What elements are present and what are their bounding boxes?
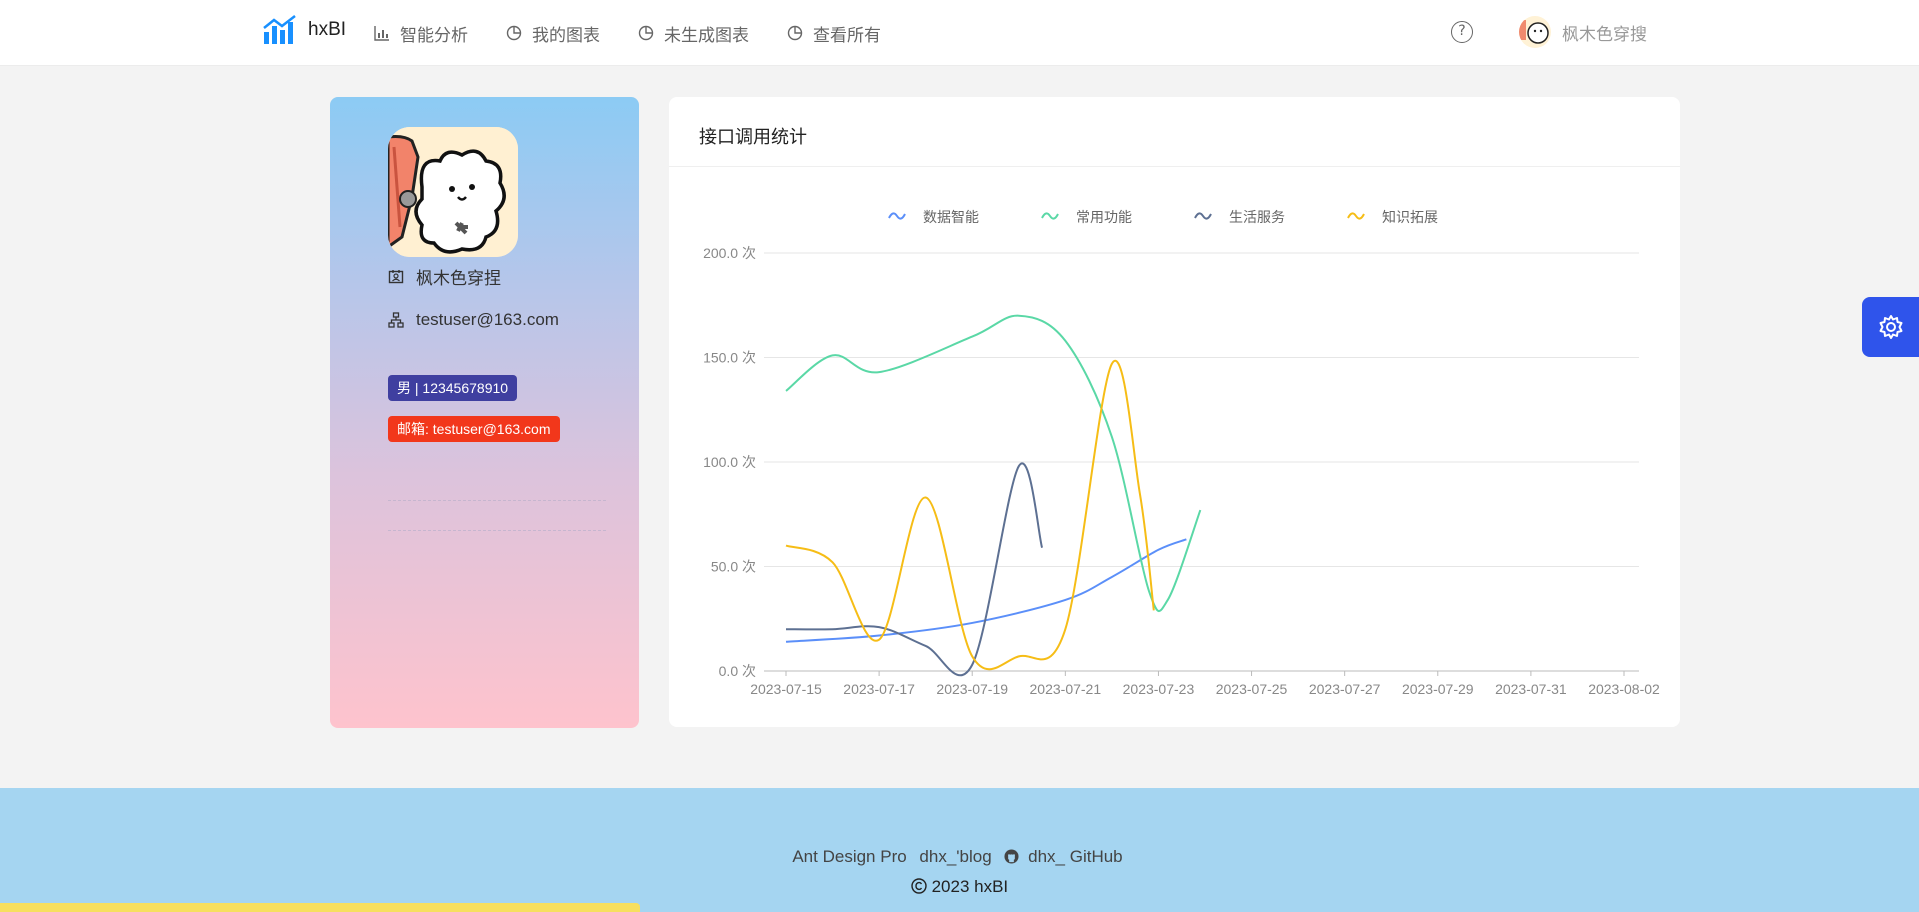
profile-name: 枫木色穿捏: [416, 269, 501, 288]
footer-link-github[interactable]: dhx_ GitHub: [1004, 847, 1126, 866]
gear-icon: [1879, 315, 1902, 339]
profile-email: testuser@163.com: [416, 310, 559, 329]
y-tick-label: 100.0 次: [703, 454, 756, 470]
help-icon[interactable]: ?: [1451, 21, 1473, 43]
x-tick-label: 2023-07-31: [1495, 681, 1567, 697]
divider: [388, 530, 606, 531]
x-tick-label: 2023-07-21: [1030, 681, 1102, 697]
user-name: 枫木色穿搜: [1562, 24, 1647, 44]
bar-chart-logo-icon: [263, 15, 296, 44]
nav-item-my-charts[interactable]: 我的图表: [506, 21, 600, 46]
series-line-数据智能: [785, 538, 1187, 643]
legend-label: 知识拓展: [1382, 209, 1438, 225]
pie-chart-icon: [638, 25, 654, 41]
legend-label: 数据智能: [923, 209, 979, 225]
settings-drawer-button[interactable]: [1862, 297, 1919, 357]
x-tick-label: 2023-07-23: [1123, 681, 1195, 697]
footer-link-blog[interactable]: dhx_'blog: [919, 847, 991, 866]
legend-marker: [1347, 212, 1365, 220]
bottom-highlight-bar: [0, 903, 640, 912]
x-tick-label: 2023-08-02: [1588, 681, 1660, 697]
cluster-icon: [388, 312, 404, 328]
nav-item-label: 查看所有: [813, 25, 881, 45]
copyright: 2023 hxBI: [0, 877, 1919, 897]
pie-chart-icon: [506, 25, 522, 41]
profile-name-row: 枫木色穿捏: [388, 264, 501, 289]
legend-marker: [888, 212, 906, 220]
copyright-icon: [911, 878, 927, 894]
user-menu[interactable]: 枫木色穿搜: [1519, 16, 1647, 48]
footer: Ant Design Pro dhx_'blog dhx_ GitHub 202…: [0, 788, 1919, 912]
divider: [388, 500, 606, 501]
y-tick-label: 200.0 次: [703, 245, 756, 261]
nav-item-ungenerated-charts[interactable]: 未生成图表: [638, 21, 749, 46]
nav-item-view-all[interactable]: 查看所有: [787, 21, 881, 46]
profile-card: 枫木色穿捏 testuser@163.com 男 | 12345678910 邮…: [330, 97, 639, 728]
avatar: [1519, 16, 1551, 48]
nav-item-label: 我的图表: [532, 25, 600, 45]
legend-label: 常用功能: [1076, 209, 1132, 225]
x-tick-label: 2023-07-15: [750, 681, 822, 697]
footer-link-github-label: dhx_ GitHub: [1028, 847, 1123, 866]
y-tick-label: 50.0 次: [711, 559, 756, 575]
gender-phone-badge: 男 | 12345678910: [388, 375, 518, 401]
copyright-text: 2023 hxBI: [931, 877, 1009, 896]
x-tick-label: 2023-07-27: [1309, 681, 1381, 697]
app-logo[interactable]: hxBI: [262, 14, 346, 46]
top-header: hxBI 智能分析 我的图表 未生成图表 查看所有 ? 枫木色穿搜: [0, 0, 1919, 66]
legend-marker: [1041, 212, 1059, 220]
x-tick-label: 2023-07-25: [1216, 681, 1288, 697]
legend-marker: [1194, 212, 1212, 220]
legend-label: 生活服务: [1229, 209, 1285, 225]
x-tick-label: 2023-07-19: [936, 681, 1008, 697]
footer-link-antd[interactable]: Ant Design Pro: [792, 847, 906, 866]
x-tick-label: 2023-07-17: [843, 681, 915, 697]
profile-avatar: [388, 127, 518, 257]
line-chart: 0.0 次 50.0 次 100.0 次 150.0 次 200.0 次 2023-07-…: [703, 209, 1660, 697]
bar-chart-icon: [374, 26, 389, 41]
y-tick-label: 0.0 次: [719, 663, 756, 679]
contacts-icon: [388, 269, 404, 283]
y-tick-label: 150.0 次: [703, 350, 756, 366]
app-name: hxBI: [308, 19, 347, 40]
email-badge: 邮箱: testuser@163.com: [388, 416, 560, 442]
nav-item-label: 未生成图表: [664, 25, 749, 45]
x-tick-label: 2023-07-29: [1402, 681, 1474, 697]
api-stats-card: 接口调用统计 0.0 次 50.0 次 100.0 次 150.0 次 200.0 次2…: [669, 97, 1680, 727]
series-line-生活服务: [785, 462, 1044, 677]
nav-item-smart-analysis[interactable]: 智能分析: [374, 21, 468, 46]
pie-chart-icon: [787, 25, 803, 41]
nav-item-label: 智能分析: [400, 25, 468, 45]
footer-links: Ant Design Pro dhx_'blog dhx_ GitHub: [0, 847, 1919, 867]
main-nav: 智能分析 我的图表 未生成图表 查看所有: [374, 0, 919, 66]
github-icon: [1004, 849, 1019, 864]
profile-email-row: testuser@163.com: [388, 310, 559, 330]
